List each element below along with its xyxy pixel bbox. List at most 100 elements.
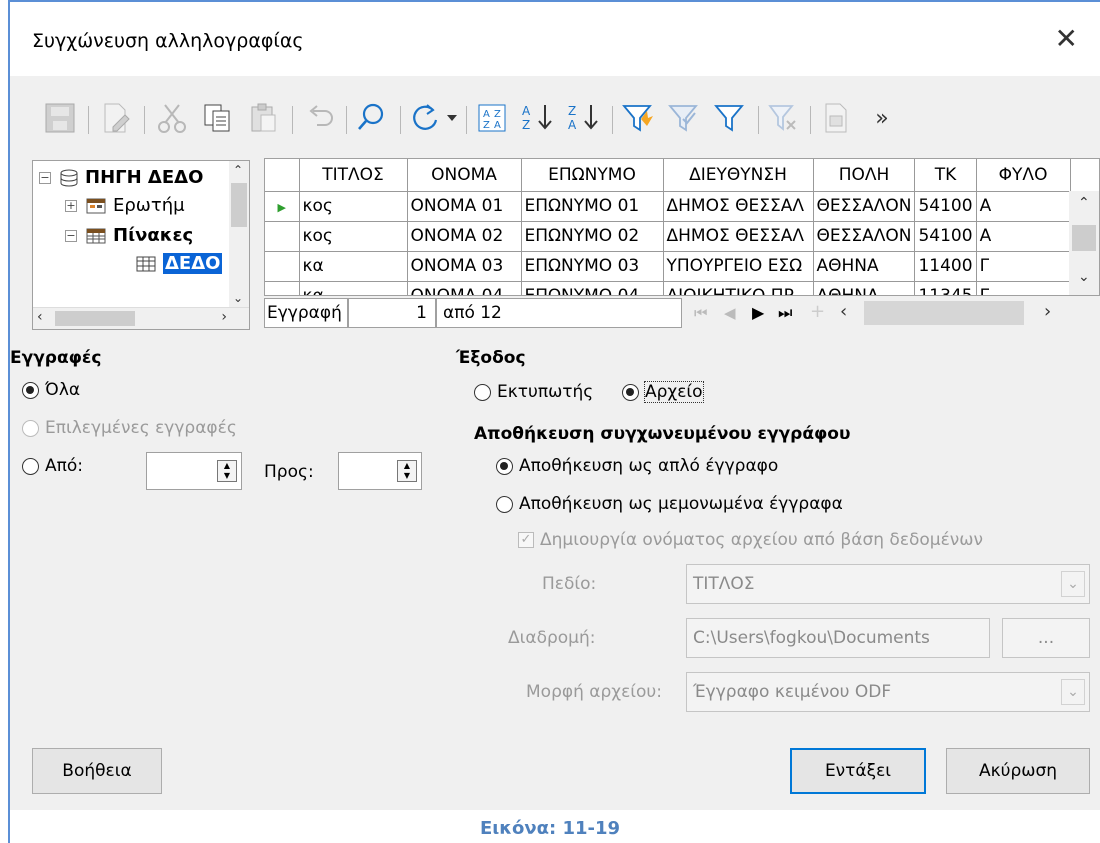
previous-record-icon[interactable]: ◀: [724, 304, 736, 322]
data-grid[interactable]: ΤΙΤΛΟΣ ΟΝΟΜΑ ΕΠΩΝΥΜΟ ΔΙΕΥΘΥΝΣΗ ΠΟΛΗ ΤΚ Φ…: [264, 158, 1100, 296]
autofilter-icon[interactable]: [618, 94, 658, 142]
column-header[interactable]: ΤΚ: [914, 159, 977, 192]
table-cell[interactable]: 11345: [914, 281, 977, 295]
dropdown-arrow-icon[interactable]: [442, 94, 462, 142]
table-cell[interactable]: ΕΠΩΝΥΜΟ 03: [521, 251, 664, 282]
scroll-left-icon[interactable]: ‹: [840, 301, 847, 322]
scroll-up-icon[interactable]: ⌃: [233, 163, 243, 177]
horizontal-scroll-thumb[interactable]: [864, 301, 1024, 325]
scroll-right-icon[interactable]: ›: [1044, 301, 1051, 322]
standard-filter-icon[interactable]: [710, 94, 750, 142]
table-cell[interactable]: ΕΠΩΝΥΜΟ 04: [521, 281, 664, 295]
table-row[interactable]: κος ΟΝΟΜΑ 02 ΕΠΩΝΥΜΟ 02 ΔΗΜΟΣ ΘΕΣΣΑΛ ΘΕΣ…: [265, 221, 1071, 252]
first-record-icon[interactable]: ⏮: [694, 304, 708, 322]
cut-icon[interactable]: [152, 94, 192, 142]
sort-icon[interactable]: AZZA: [472, 94, 512, 142]
from-record-spinbox[interactable]: ▲ ▼: [146, 452, 242, 490]
data-to-text-icon[interactable]: [816, 94, 856, 142]
table-cell[interactable]: 54100: [914, 191, 977, 222]
refresh-icon[interactable]: [406, 94, 446, 142]
row-header[interactable]: [265, 281, 300, 295]
apply-filter-icon[interactable]: [664, 94, 704, 142]
edit-icon[interactable]: [96, 94, 136, 142]
paste-icon[interactable]: [244, 94, 284, 142]
close-icon[interactable]: ✕: [1055, 22, 1078, 55]
table-cell[interactable]: κα: [299, 281, 408, 295]
scroll-up-icon[interactable]: ⌃: [1078, 195, 1090, 211]
to-record-spinbox[interactable]: ▲ ▼: [338, 452, 422, 490]
save-table-icon[interactable]: [40, 94, 80, 142]
table-cell[interactable]: κα: [299, 251, 408, 282]
tree-vertical-scrollbar[interactable]: ⌃ ⌄: [229, 161, 249, 307]
records-all-radio[interactable]: Όλα: [22, 380, 80, 400]
table-cell[interactable]: ΔΗΜΟΣ ΘΕΣΣΑΛ: [663, 191, 814, 222]
scroll-down-icon[interactable]: ⌄: [233, 291, 243, 305]
record-number-input[interactable]: 1: [348, 298, 436, 328]
new-record-icon[interactable]: +: [810, 301, 825, 322]
copy-icon[interactable]: [198, 94, 238, 142]
scroll-down-icon[interactable]: ⌄: [1078, 269, 1090, 285]
collapse-icon[interactable]: −: [65, 229, 77, 242]
save-individual-radio[interactable]: Αποθήκευση ως μεμονωμένα έγγραφα: [496, 494, 843, 514]
output-printer-radio[interactable]: Εκτυπωτής: [474, 382, 593, 402]
grid-vertical-scrollbar[interactable]: ⌃ ⌄: [1069, 191, 1099, 295]
table-cell[interactable]: ΔΗΜΟΣ ΘΕΣΣΑΛ: [663, 221, 814, 252]
table-cell[interactable]: ΘΕΣΣΑΛΟΝ: [813, 191, 916, 222]
table-cell[interactable]: ΕΠΩΝΥΜΟ 01: [521, 191, 664, 222]
column-header[interactable]: ΤΙΤΛΟΣ: [299, 159, 408, 192]
table-cell[interactable]: 54100: [914, 221, 977, 252]
row-header[interactable]: [265, 251, 300, 282]
records-range-radio[interactable]: Από:: [22, 456, 83, 476]
scroll-thumb[interactable]: [1072, 225, 1096, 251]
table-cell[interactable]: Α: [976, 221, 1071, 252]
table-row[interactable]: κα ΟΝΟΜΑ 04 ΕΠΩΝΥΜΟ 04 ΔΙΟΙΚΗΤΙΚΟ ΠΡ ΑΘΗ…: [265, 281, 1071, 295]
column-header[interactable]: ΟΝΟΜΑ: [407, 159, 522, 192]
table-cell[interactable]: ΑΘΗΝΑ: [813, 251, 916, 282]
column-header[interactable]: ΔΙΕΥΘΥΝΣΗ: [663, 159, 814, 192]
table-cell[interactable]: 11400: [914, 251, 977, 282]
expand-icon[interactable]: +: [65, 199, 77, 212]
spin-updown-icon[interactable]: ▲ ▼: [397, 460, 417, 482]
scroll-left-icon[interactable]: ‹: [37, 309, 43, 325]
more-icon[interactable]: »: [862, 94, 902, 142]
table-cell[interactable]: Γ: [976, 281, 1071, 295]
table-cell[interactable]: ΟΝΟΜΑ 04: [407, 281, 522, 295]
table-cell[interactable]: ΥΠΟΥΡΓΕΙΟ ΕΣΩ: [663, 251, 814, 282]
table-cell[interactable]: ΟΝΟΜΑ 03: [407, 251, 522, 282]
tree-horizontal-scrollbar[interactable]: ‹ ›: [33, 307, 249, 329]
save-single-radio[interactable]: Αποθήκευση ως απλό έγγραφο: [496, 456, 778, 476]
data-source-tree[interactable]: − ΠΗΓΗ ΔΕΔΟ + Ερωτήμ − Πίνακες ΔΕΔΟ ⌃ ⌄ …: [32, 160, 250, 330]
column-header[interactable]: ΕΠΩΝΥΜΟ: [521, 159, 664, 192]
last-record-icon[interactable]: ⏭: [778, 303, 792, 323]
column-header[interactable]: ΦΥΛΟ: [976, 159, 1071, 192]
table-cell[interactable]: Γ: [976, 251, 1071, 282]
table-cell[interactable]: ΕΠΩΝΥΜΟ 02: [521, 221, 664, 252]
table-cell[interactable]: ΘΕΣΣΑΛΟΝ: [813, 221, 916, 252]
row-header[interactable]: [265, 221, 300, 252]
column-header[interactable]: ΠΟΛΗ: [813, 159, 916, 192]
table-cell[interactable]: ΟΝΟΜΑ 01: [407, 191, 522, 222]
table-row[interactable]: κα ΟΝΟΜΑ 03 ΕΠΩΝΥΜΟ 03 ΥΠΟΥΡΓΕΙΟ ΕΣΩ ΑΘΗ…: [265, 251, 1071, 282]
collapse-icon[interactable]: −: [39, 171, 51, 184]
table-cell[interactable]: ΑΘΗΝΑ: [813, 281, 916, 295]
scroll-thumb[interactable]: [231, 183, 247, 227]
ok-button[interactable]: Εντάξει: [790, 748, 926, 794]
undo-icon[interactable]: [300, 94, 340, 142]
spin-updown-icon[interactable]: ▲ ▼: [217, 460, 237, 482]
tree-item-queries[interactable]: + Ερωτήμ: [65, 195, 185, 216]
sort-descending-icon[interactable]: ZA: [564, 94, 604, 142]
tree-item-datasource[interactable]: − ΠΗΓΗ ΔΕΔΟ: [39, 167, 203, 188]
table-cell[interactable]: κος: [299, 221, 408, 252]
scroll-right-icon[interactable]: ›: [221, 309, 227, 325]
output-file-radio[interactable]: Αρχείο: [622, 381, 704, 403]
scroll-thumb[interactable]: [55, 311, 135, 326]
tree-item-tables[interactable]: − Πίνακες: [65, 225, 193, 246]
table-cell[interactable]: Α: [976, 191, 1071, 222]
next-record-icon[interactable]: ▶: [752, 303, 764, 322]
find-icon[interactable]: [352, 94, 392, 142]
cancel-button[interactable]: Ακύρωση: [946, 748, 1090, 794]
sort-ascending-icon[interactable]: AZ: [518, 94, 558, 142]
reset-filter-icon[interactable]: [764, 94, 804, 142]
table-cell[interactable]: ΔΙΟΙΚΗΤΙΚΟ ΠΡ: [663, 281, 814, 295]
tree-item-table[interactable]: ΔΕΔΟ: [135, 253, 223, 274]
